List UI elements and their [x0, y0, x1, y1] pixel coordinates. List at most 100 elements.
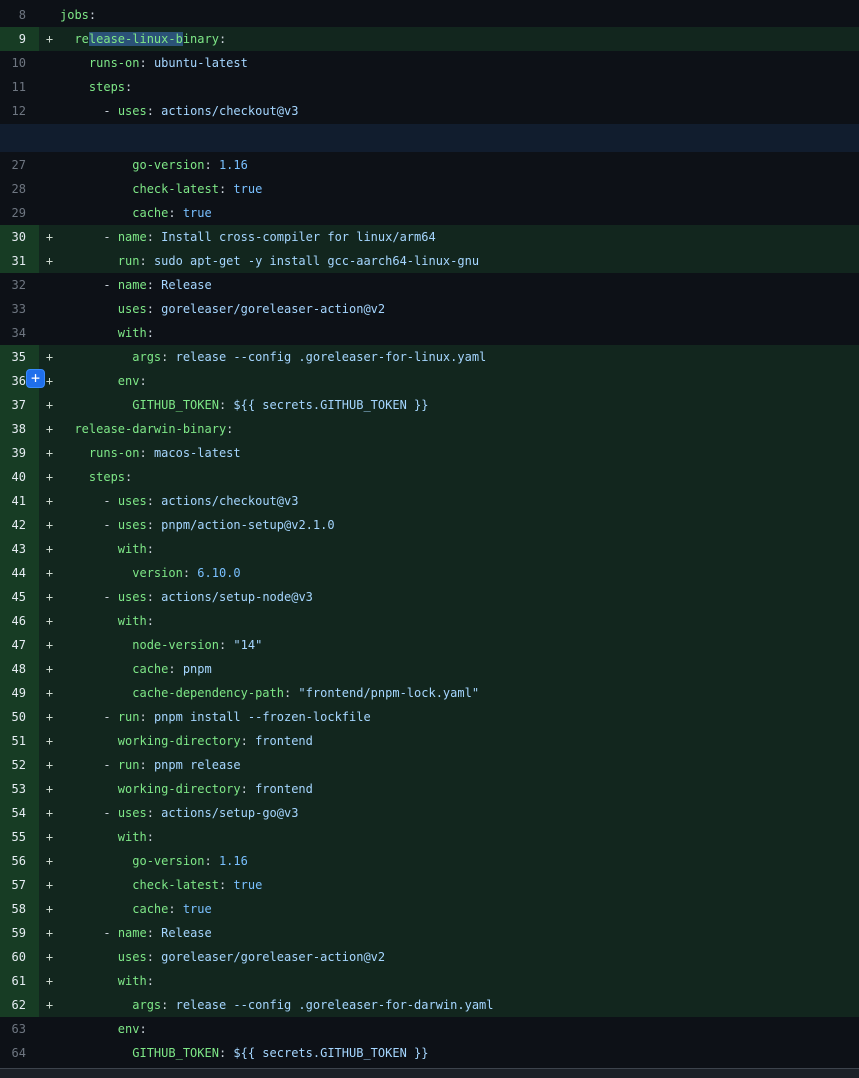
code-text: args: release --config .goreleaser-for-d… — [60, 993, 859, 1017]
diff-marker — [39, 99, 60, 123]
line-number[interactable]: 58 — [0, 897, 39, 921]
line-number[interactable]: 9 — [0, 27, 39, 51]
code-text: steps: — [60, 465, 859, 489]
diff-line: 30+ - name: Install cross-compiler for l… — [0, 225, 859, 249]
line-number[interactable]: 38 — [0, 417, 39, 441]
diff-line: 29 cache: true — [0, 201, 859, 225]
code-text: - name: Release — [60, 921, 859, 945]
code-text: release-darwin-binary: — [60, 417, 859, 441]
code-text: release-linux-binary: — [60, 27, 859, 51]
line-number[interactable]: 61 — [0, 969, 39, 993]
line-number[interactable]: 62 — [0, 993, 39, 1017]
line-number[interactable]: 28 — [0, 177, 39, 201]
line-number[interactable]: 55 — [0, 825, 39, 849]
diff-marker — [39, 273, 60, 297]
line-number[interactable]: 63 — [0, 1017, 39, 1041]
line-number[interactable]: 34 — [0, 321, 39, 345]
diff-line: 33 uses: goreleaser/goreleaser-action@v2 — [0, 297, 859, 321]
line-number[interactable]: 31 — [0, 249, 39, 273]
diff-line: 39+ runs-on: macos-latest — [0, 441, 859, 465]
diff-line: 50+ - run: pnpm install --frozen-lockfil… — [0, 705, 859, 729]
code-text: GITHUB_TOKEN: ${{ secrets.GITHUB_TOKEN }… — [60, 1041, 859, 1065]
line-number[interactable]: 42 — [0, 513, 39, 537]
diff-marker: + — [39, 849, 60, 873]
diff-marker: + — [39, 609, 60, 633]
code-text: - run: pnpm install --frozen-lockfile — [60, 705, 859, 729]
diff-marker: + — [39, 753, 60, 777]
diff-marker: + — [39, 777, 60, 801]
code-text: - uses: actions/checkout@v3 — [60, 99, 859, 123]
line-number[interactable]: 29 — [0, 201, 39, 225]
line-number[interactable]: 64 — [0, 1041, 39, 1065]
diff-line: 12 - uses: actions/checkout@v3 — [0, 99, 859, 123]
diff-marker: + — [39, 345, 60, 369]
line-number[interactable]: 54 — [0, 801, 39, 825]
line-number[interactable]: 11 — [0, 75, 39, 99]
diff-line: 57+ check-latest: true — [0, 873, 859, 897]
line-number[interactable]: 52 — [0, 753, 39, 777]
line-number[interactable]: 41 — [0, 489, 39, 513]
hunk-expand-band[interactable] — [0, 123, 859, 153]
code-text: cache-dependency-path: "frontend/pnpm-lo… — [60, 681, 859, 705]
diff-marker — [39, 297, 60, 321]
line-number[interactable]: 60 — [0, 945, 39, 969]
line-number[interactable]: 43 — [0, 537, 39, 561]
diff-marker: + — [39, 681, 60, 705]
diff-marker — [39, 1017, 60, 1041]
line-number[interactable]: 47 — [0, 633, 39, 657]
line-number[interactable]: 46 — [0, 609, 39, 633]
diff-marker: + — [39, 537, 60, 561]
diff-marker: + — [39, 417, 60, 441]
code-text: go-version: 1.16 — [60, 849, 859, 873]
line-number[interactable]: 8 — [0, 3, 39, 27]
diff-line: 32 - name: Release — [0, 273, 859, 297]
diff-marker: + — [39, 393, 60, 417]
diff-marker — [39, 75, 60, 99]
line-number[interactable]: 27 — [0, 153, 39, 177]
code-text: with: — [60, 537, 859, 561]
line-number[interactable]: 56 — [0, 849, 39, 873]
diff-line: 47+ node-version: "14" — [0, 633, 859, 657]
line-number[interactable]: 50 — [0, 705, 39, 729]
diff-marker: + — [39, 585, 60, 609]
line-number[interactable]: 12 — [0, 99, 39, 123]
line-number[interactable]: 32 — [0, 273, 39, 297]
line-number[interactable]: 57 — [0, 873, 39, 897]
line-number[interactable]: 10 — [0, 51, 39, 75]
code-text: node-version: "14" — [60, 633, 859, 657]
diff-line: 38+ release-darwin-binary: — [0, 417, 859, 441]
add-comment-button[interactable]: + — [26, 369, 45, 388]
line-number[interactable]: 45 — [0, 585, 39, 609]
diff-line: 59+ - name: Release — [0, 921, 859, 945]
diff-marker: + — [39, 801, 60, 825]
diff-line: 46+ with: — [0, 609, 859, 633]
line-number[interactable]: 51 — [0, 729, 39, 753]
diff-marker: + — [39, 441, 60, 465]
line-number[interactable]: 30 — [0, 225, 39, 249]
line-number[interactable]: 59 — [0, 921, 39, 945]
line-number[interactable]: 53 — [0, 777, 39, 801]
line-number[interactable]: 33 — [0, 297, 39, 321]
diff-line: 42+ - uses: pnpm/action-setup@v2.1.0 — [0, 513, 859, 537]
diff-line: 60+ uses: goreleaser/goreleaser-action@v… — [0, 945, 859, 969]
diff-marker — [39, 51, 60, 75]
diff-viewer: 8jobs:9+ release-linux-binary:10 runs-on… — [0, 0, 859, 1078]
line-number[interactable]: 44 — [0, 561, 39, 585]
diff-marker — [39, 1041, 60, 1065]
line-number[interactable]: 40 — [0, 465, 39, 489]
diff-marker: + — [39, 465, 60, 489]
diff-marker: + — [39, 945, 60, 969]
diff-line: 41+ - uses: actions/checkout@v3 — [0, 489, 859, 513]
diff-line: 10 runs-on: ubuntu-latest — [0, 51, 859, 75]
diff-line: 9+ release-linux-binary: — [0, 27, 859, 51]
diff-marker — [39, 3, 60, 27]
line-number[interactable]: 49 — [0, 681, 39, 705]
diff-line: 11 steps: — [0, 75, 859, 99]
line-number[interactable]: 39 — [0, 441, 39, 465]
code-text: with: — [60, 969, 859, 993]
code-text: check-latest: true — [60, 177, 859, 201]
line-number[interactable]: 35 — [0, 345, 39, 369]
line-number[interactable]: 48 — [0, 657, 39, 681]
code-text: env: — [60, 1017, 859, 1041]
line-number[interactable]: 37 — [0, 393, 39, 417]
